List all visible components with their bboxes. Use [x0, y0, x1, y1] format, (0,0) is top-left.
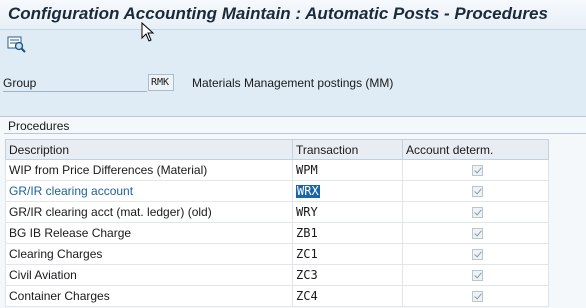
- window-title: Configuration Accounting Maintain : Auto…: [8, 4, 548, 23]
- account-determ-checkbox[interactable]: [471, 270, 483, 282]
- table-row-selected[interactable]: GR/IR clearing account WRX: [5, 180, 549, 202]
- title-bar: Configuration Accounting Maintain : Auto…: [0, 0, 586, 30]
- account-determ-checkbox[interactable]: [471, 207, 483, 219]
- transaction-cell[interactable]: ZC4: [292, 285, 403, 307]
- procedures-title: Procedures: [8, 119, 70, 133]
- description-cell: GR/IR clearing acct (mat. ledger) (old): [5, 201, 293, 223]
- table-row[interactable]: Civil Aviation ZC3: [5, 264, 549, 286]
- transaction-cell[interactable]: ZC1: [292, 243, 403, 265]
- account-determ-cell: [402, 264, 549, 286]
- description-cell: Container Charges: [5, 285, 293, 307]
- account-determ-checkbox[interactable]: [471, 249, 483, 261]
- account-determ-cell: [402, 159, 549, 181]
- column-header-transaction[interactable]: Transaction: [292, 139, 403, 160]
- group-label-underline: [3, 91, 147, 92]
- transaction-cell[interactable]: ZB1: [292, 222, 403, 244]
- transaction-cell[interactable]: ZC3: [292, 264, 403, 286]
- display-button[interactable]: [7, 36, 27, 54]
- mouse-cursor-icon: [141, 22, 155, 42]
- table-header-row: Description Transaction Account determ.: [5, 139, 549, 160]
- table-row[interactable]: Clearing Charges ZC1: [5, 243, 549, 265]
- account-determ-checkbox[interactable]: [471, 165, 483, 177]
- account-determ-checkbox[interactable]: [471, 228, 483, 240]
- procedures-table: Description Transaction Account determ. …: [5, 139, 549, 307]
- column-header-description[interactable]: Description: [5, 139, 293, 160]
- account-determ-cell: [402, 285, 549, 307]
- account-determ-cell: [402, 201, 549, 223]
- transaction-cell[interactable]: WRY: [292, 201, 403, 223]
- table-row[interactable]: BG IB Release Charge ZB1: [5, 222, 549, 244]
- account-determ-cell: [402, 180, 549, 202]
- group-label: Group: [3, 76, 37, 90]
- group-description: Materials Management postings (MM): [192, 76, 394, 90]
- transaction-value-highlight: WRX: [296, 184, 320, 198]
- focus-frame-top-left: [293, 180, 296, 186]
- focus-frame-bottom-left: [294, 197, 297, 201]
- application-toolbar: [0, 31, 586, 61]
- group-field[interactable]: RMK: [148, 74, 174, 91]
- transaction-cell[interactable]: WPM: [292, 159, 403, 181]
- column-header-account-determ[interactable]: Account determ.: [402, 139, 549, 160]
- panel-divider: [4, 133, 586, 134]
- description-cell: WIP from Price Differences (Material): [5, 159, 293, 181]
- table-row[interactable]: Container Charges ZC4: [5, 285, 549, 307]
- focus-frame-bottom-right: [401, 197, 402, 201]
- table-row[interactable]: GR/IR clearing acct (mat. ledger) (old) …: [5, 201, 549, 223]
- account-determ-checkbox[interactable]: [471, 186, 483, 198]
- account-determ-cell: [402, 243, 549, 265]
- description-cell: GR/IR clearing account: [5, 180, 293, 202]
- account-determ-checkbox[interactable]: [471, 291, 483, 303]
- table-row[interactable]: WIP from Price Differences (Material) WP…: [5, 159, 549, 181]
- description-cell: Civil Aviation: [5, 264, 293, 286]
- description-cell: Clearing Charges: [5, 243, 293, 265]
- focus-frame-top-right: [401, 180, 402, 186]
- magnifier-icon: [7, 36, 26, 53]
- account-determ-cell: [402, 222, 549, 244]
- transaction-cell-focused[interactable]: WRX: [292, 180, 403, 202]
- description-cell: BG IB Release Charge: [5, 222, 293, 244]
